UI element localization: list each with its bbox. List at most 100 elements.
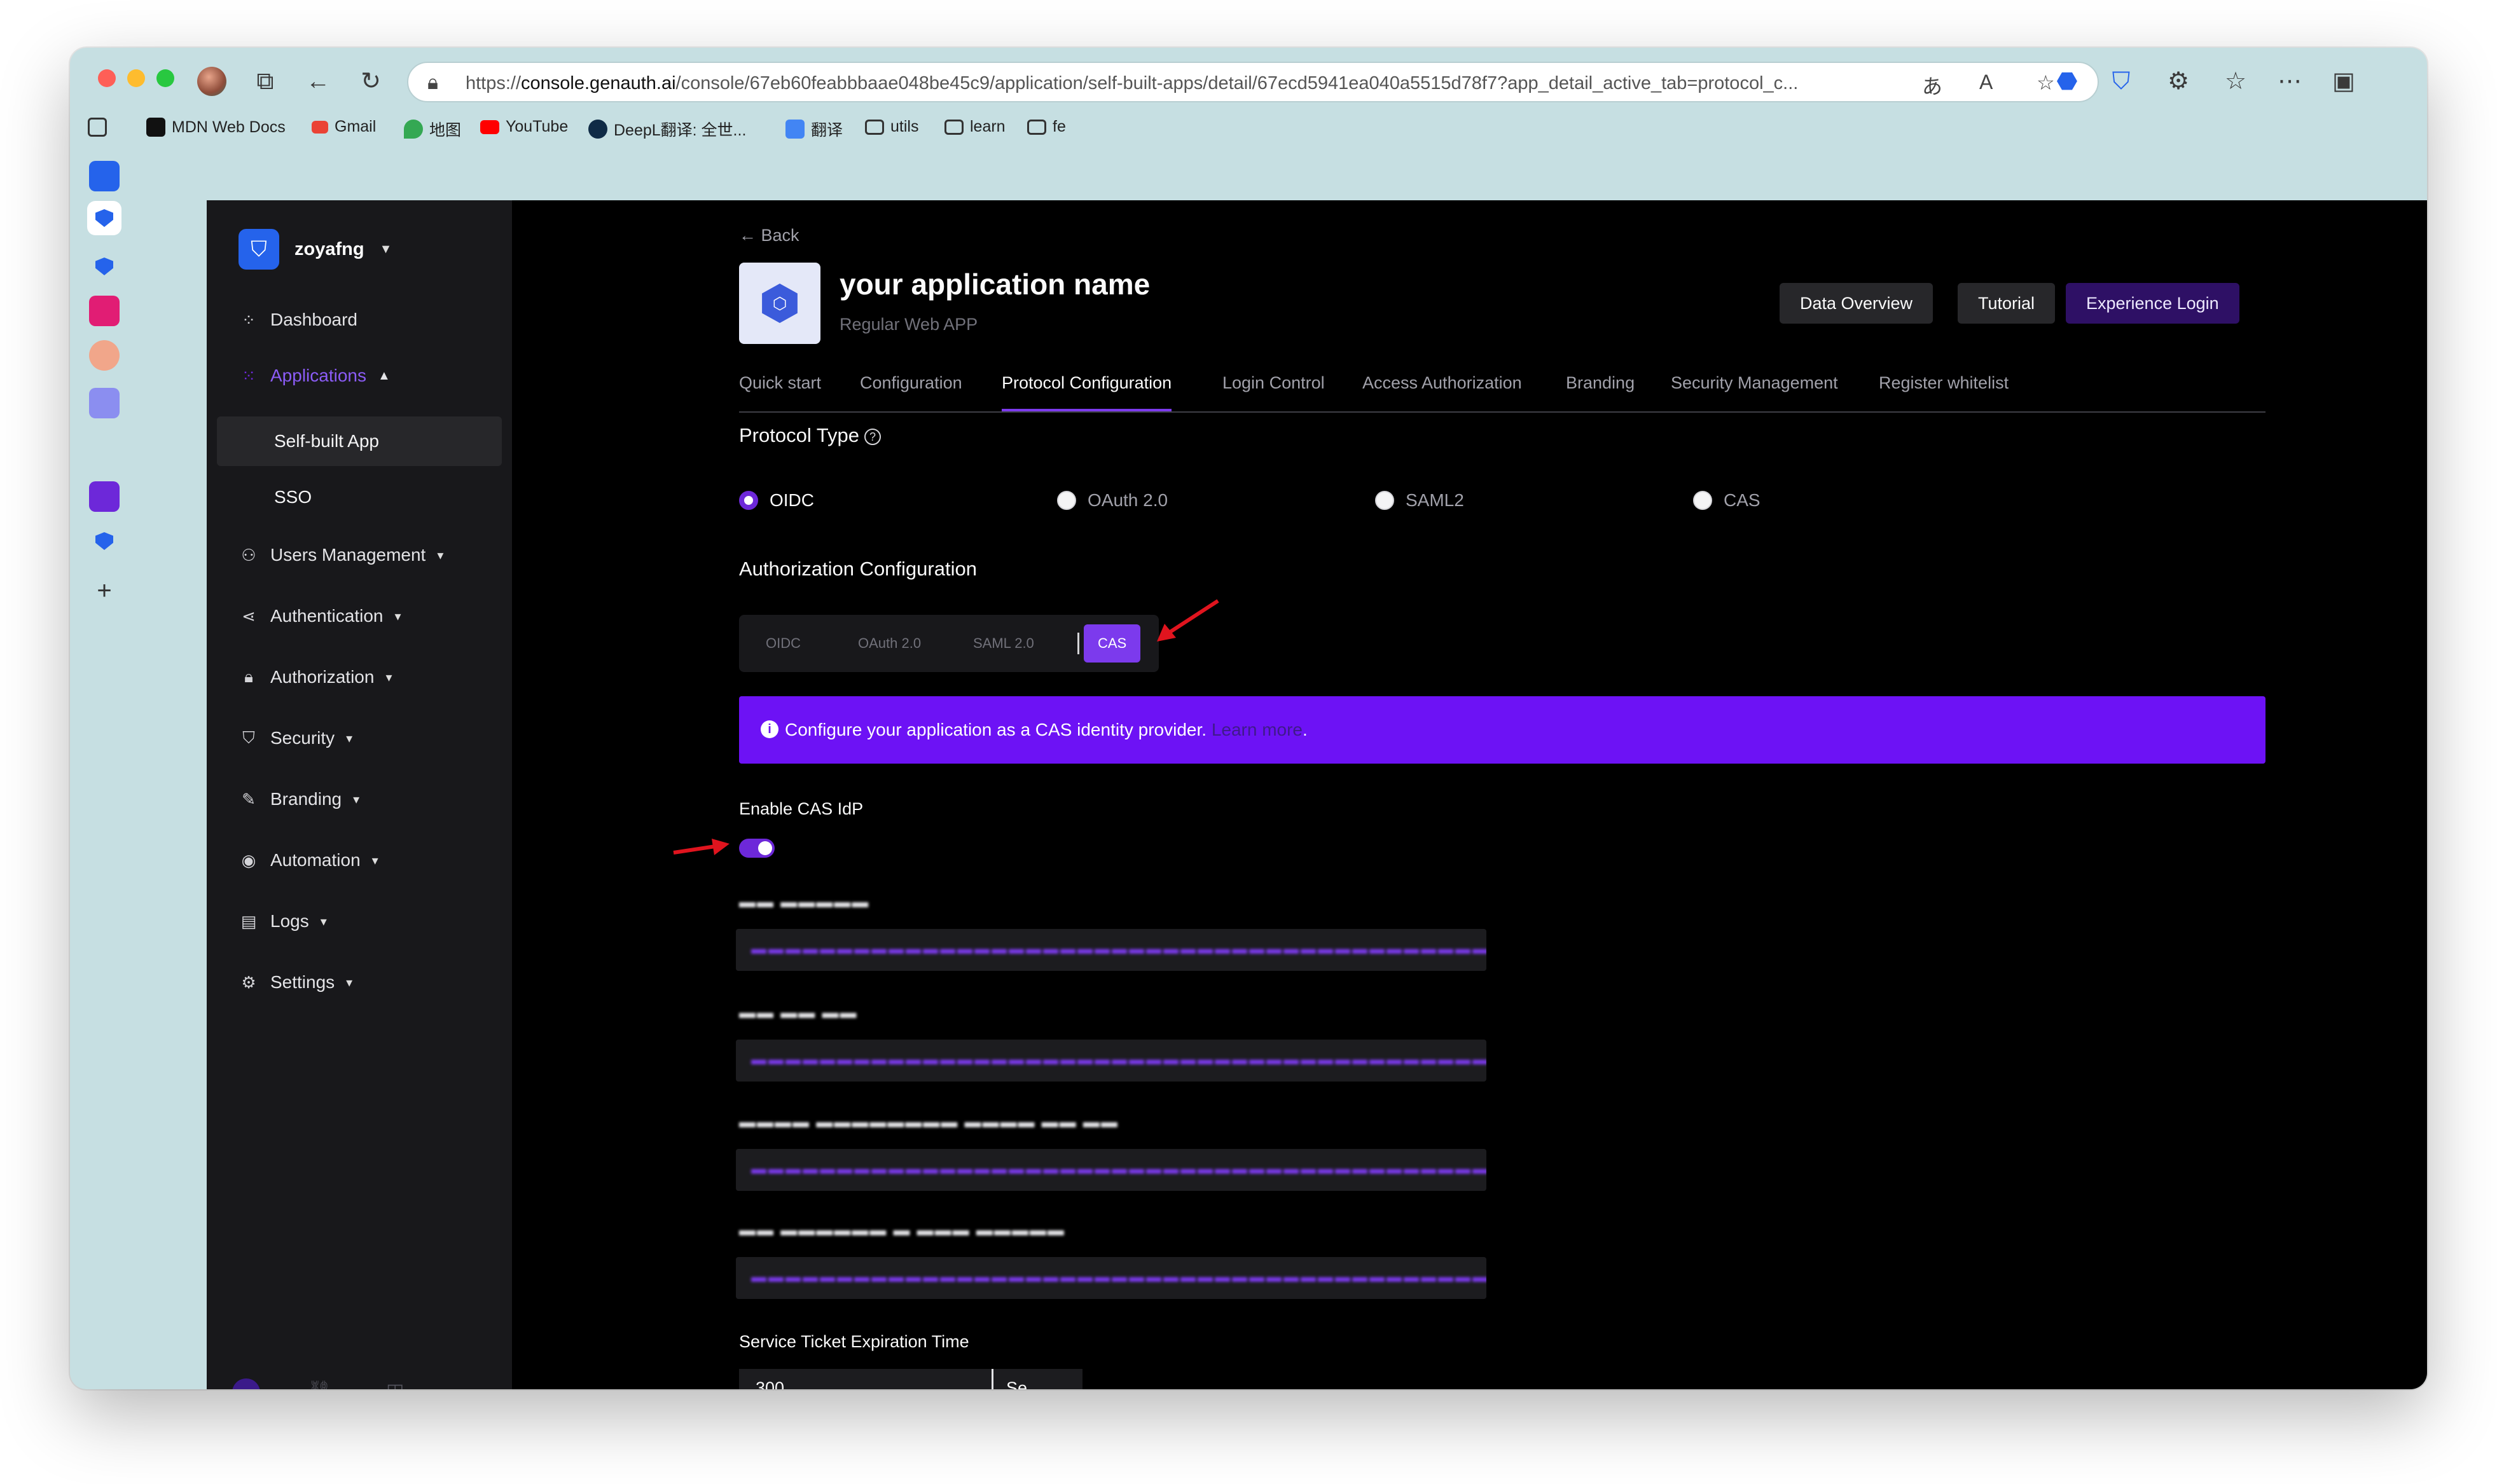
vertical-tab-genauth[interactable]	[89, 203, 120, 233]
radio-cas[interactable]: CAS	[1693, 490, 1760, 511]
tutorial-button[interactable]: Tutorial	[1958, 283, 2056, 324]
vertical-tab-5[interactable]	[89, 340, 120, 371]
apps-icon: ⁙	[242, 366, 256, 385]
bookmark-youtube[interactable]: YouTube	[480, 118, 568, 136]
app-container: ⛉ zoyafng ▼ ⁘ Dashboard ⁙ Applications ▲…	[207, 200, 2427, 1389]
shield-extension-icon[interactable]: ⛉	[2105, 65, 2137, 97]
experience-login-button[interactable]: Experience Login	[2066, 283, 2239, 324]
segment-oidc[interactable]: OIDC	[752, 624, 815, 663]
more-menu-icon[interactable]: ⋯	[2274, 65, 2306, 97]
sidebar-item-users-management[interactable]: ⚇ Users Management ▾	[239, 545, 443, 565]
sidebar: ⛉ zoyafng ▼ ⁘ Dashboard ⁙ Applications ▲…	[207, 200, 512, 1389]
bookmark-deepl[interactable]: DeepL翻译: 全世...	[588, 118, 746, 141]
add-tab-icon[interactable]: +	[89, 575, 120, 606]
tab-login-control[interactable]: Login Control	[1222, 373, 1325, 411]
link-icon[interactable]: ⛓	[307, 1380, 331, 1389]
page-title: your application name	[840, 268, 1151, 301]
segment-oauth2[interactable]: OAuth 2.0	[844, 624, 935, 663]
minimize-window-button[interactable]	[127, 69, 145, 87]
radio-oauth2[interactable]: OAuth 2.0	[1057, 490, 1168, 511]
radio-saml2[interactable]: SAML2	[1375, 490, 1464, 511]
service-ticket-expiration-label: Service Ticket Expiration Time	[739, 1332, 969, 1351]
vertical-tab-8[interactable]	[89, 526, 120, 556]
sidebar-item-settings[interactable]: ⚙ Settings ▾	[239, 972, 352, 993]
tab-security-management[interactable]: Security Management	[1671, 373, 1838, 411]
segment-cas[interactable]: CAS	[1084, 624, 1141, 663]
vertical-tab-4[interactable]	[89, 296, 120, 326]
sidebar-item-security[interactable]: ⛉ Security ▾	[239, 728, 352, 748]
vertical-tab-7[interactable]	[89, 481, 120, 512]
enable-cas-idp-toggle[interactable]	[739, 839, 775, 858]
back-link[interactable]: ← Back	[739, 226, 799, 245]
vertical-tabs-icon[interactable]	[88, 118, 107, 137]
help-icon[interactable]: ?	[864, 428, 881, 445]
sidebar-toggle-icon[interactable]: ▣	[2328, 65, 2360, 97]
sidebar-subitem-sso[interactable]: SSO	[217, 472, 502, 522]
extensions-puzzle-icon[interactable]: ⚙	[2162, 65, 2194, 97]
bookmark-maps[interactable]: 地图	[404, 118, 461, 141]
back-arrow-icon[interactable]: ←	[302, 65, 334, 97]
extension-icon[interactable]: ⬣	[2051, 65, 2083, 97]
redacted-url-field[interactable]: ▬▬▬▬▬▬▬▬▬▬▬▬▬▬▬▬▬▬▬▬▬▬▬▬▬▬▬▬▬▬▬▬▬▬▬▬▬▬▬▬…	[736, 929, 1486, 971]
learn-more-link[interactable]: Learn more	[1212, 720, 1303, 739]
favorites-icon[interactable]: ☆	[2220, 65, 2251, 97]
read-aloud-icon[interactable]: A	[1979, 71, 1993, 94]
tab-branding[interactable]: Branding	[1566, 373, 1635, 411]
log-icon: ▤	[240, 911, 257, 931]
address-bar[interactable]: 🔒︎ https://console.genauth.ai/console/67…	[407, 62, 2099, 102]
vertical-tab-1[interactable]	[89, 161, 120, 191]
chevron-down-icon: ▾	[353, 792, 360, 807]
more-icon[interactable]: ⋯	[464, 1380, 483, 1389]
bookmark-folder-utils[interactable]: utils	[865, 118, 918, 136]
org-switcher[interactable]: ⛉ zoyafng ▼	[239, 229, 392, 270]
chevron-down-icon: ▼	[379, 242, 392, 256]
radio-oidc[interactable]: OIDC	[739, 490, 814, 511]
bookmark-gmail[interactable]: Gmail	[312, 118, 376, 136]
sidebar-item-logs[interactable]: ▤ Logs ▾	[239, 911, 327, 931]
vertical-tab-6[interactable]	[89, 388, 120, 418]
tab-quick-start[interactable]: Quick start	[739, 373, 821, 411]
redacted-field-label: ▬▬▬▬ ▬▬▬▬▬▬▬▬ ▬▬▬▬ ▬▬ ▬▬	[739, 1112, 1119, 1131]
reload-icon[interactable]: ↻	[355, 65, 387, 97]
sidebar-subitem-self-built-app[interactable]: Self-built App	[217, 416, 502, 466]
time-unit-select[interactable]: Se...	[993, 1369, 1082, 1389]
detail-tabs: Quick start Configuration Protocol Confi…	[739, 373, 2265, 413]
data-overview-button[interactable]: Data Overview	[1780, 283, 1933, 324]
deepl-icon	[588, 120, 607, 139]
sidebar-item-automation[interactable]: ◉ Automation ▾	[239, 850, 378, 870]
chevron-down-icon: ▾	[385, 670, 392, 685]
tab-register-whitelist[interactable]: Register whitelist	[1879, 373, 2009, 411]
annotation-arrow-cas	[1157, 599, 1219, 642]
bookmark-folder-fe[interactable]: fe	[1027, 118, 1066, 136]
redacted-url-field[interactable]: ▬▬▬▬▬▬▬▬▬▬▬▬▬▬▬▬▬▬▬▬▬▬▬▬▬▬▬▬▬▬▬▬▬▬▬▬▬▬▬▬…	[736, 1257, 1486, 1299]
bookmark-mdn[interactable]: MDN Web Docs	[146, 118, 286, 137]
radio-dot	[1057, 491, 1076, 510]
bookmark-translate[interactable]: 翻译	[785, 118, 843, 141]
segment-saml2[interactable]: SAML 2.0	[959, 624, 1048, 663]
sidebar-item-authorization[interactable]: 🔒︎ Authorization ▾	[239, 667, 392, 687]
redacted-url-field[interactable]: ▬▬▬▬▬▬▬▬▬▬▬▬▬▬▬▬▬▬▬▬▬▬▬▬▬▬▬▬▬▬▬▬▬▬▬▬▬▬▬▬…	[736, 1149, 1486, 1191]
tab-protocol-configuration[interactable]: Protocol Configuration	[1002, 373, 1172, 411]
vertical-tab-3[interactable]	[89, 251, 120, 282]
sidebar-item-applications[interactable]: ⁙ Applications ▲	[239, 366, 391, 386]
service-ticket-expiration-input[interactable]: 300	[739, 1369, 993, 1389]
sidebar-item-authentication[interactable]: ⋖ Authentication ▾	[239, 606, 401, 626]
chevron-down-icon: ▾	[394, 609, 401, 624]
close-window-button[interactable]	[98, 69, 116, 87]
tabs-icon[interactable]: ⧉	[249, 65, 281, 97]
shield-icon: ⛉	[242, 728, 255, 747]
tab-configuration[interactable]: Configuration	[860, 373, 962, 411]
tab-access-authorization[interactable]: Access Authorization	[1362, 373, 1522, 411]
sidebar-item-branding[interactable]: ✎ Branding ▾	[239, 789, 359, 809]
redacted-field-label: ▬▬ ▬▬ ▬▬	[739, 1003, 858, 1022]
radio-dot	[739, 491, 758, 510]
profile-avatar[interactable]	[197, 67, 226, 96]
gmail-icon	[312, 120, 328, 134]
bookmark-folder-learn[interactable]: learn	[944, 118, 1006, 136]
user-avatar-icon[interactable]	[232, 1378, 260, 1389]
redacted-url-field[interactable]: ▬▬▬▬▬▬▬▬▬▬▬▬▬▬▬▬▬▬▬▬▬▬▬▬▬▬▬▬▬▬▬▬▬▬▬▬▬▬▬▬…	[736, 1040, 1486, 1082]
maximize-window-button[interactable]	[156, 69, 174, 87]
translate-icon[interactable]: あ	[1922, 71, 1942, 100]
sidebar-item-dashboard[interactable]: ⁘ Dashboard	[239, 310, 357, 330]
layout-icon[interactable]: ◫	[386, 1380, 404, 1389]
